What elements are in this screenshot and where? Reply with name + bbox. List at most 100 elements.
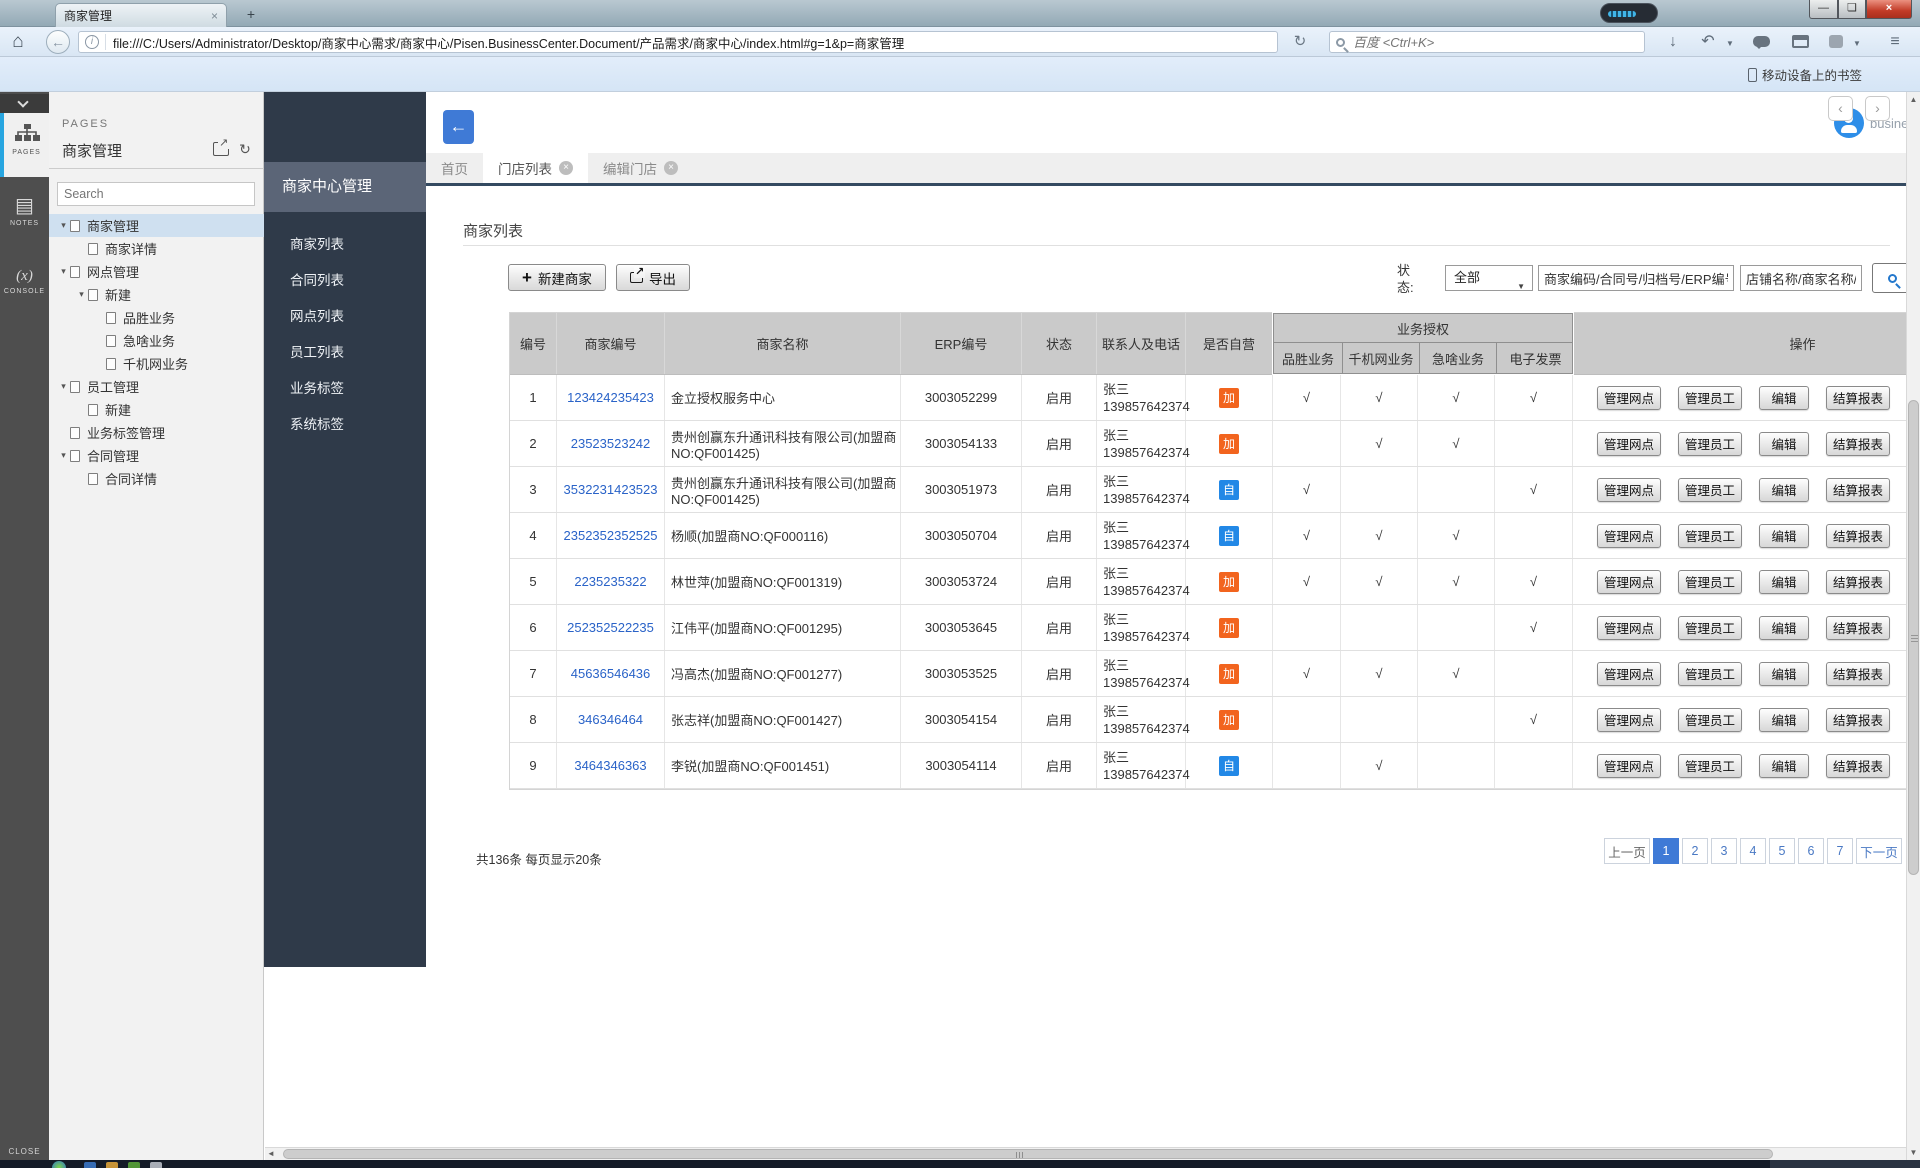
- browser-search-input[interactable]: [1353, 35, 1638, 50]
- open-external-icon[interactable]: [213, 142, 229, 156]
- taskbar-app-icon[interactable]: [84, 1162, 96, 1168]
- row-action-button[interactable]: 结算报表: [1826, 432, 1890, 456]
- plugin-caret-icon[interactable]: ▼: [1853, 39, 1861, 48]
- row-action-button[interactable]: 结算报表: [1826, 616, 1890, 640]
- row-action-button[interactable]: 管理网点: [1597, 432, 1661, 456]
- chat-icon[interactable]: [1753, 36, 1770, 47]
- downloads-icon[interactable]: ↓: [1660, 30, 1686, 54]
- row-action-button[interactable]: 管理员工: [1678, 708, 1742, 732]
- close-panel-button[interactable]: CLOSE: [0, 1147, 49, 1156]
- minimize-button[interactable]: —: [1809, 0, 1838, 19]
- tab-close-icon[interactable]: ×: [211, 9, 218, 23]
- row-action-button[interactable]: 结算报表: [1826, 570, 1890, 594]
- vertical-scrollbar[interactable]: ▲ ▼: [1906, 92, 1920, 1160]
- row-action-button[interactable]: 管理网点: [1597, 524, 1661, 548]
- row-action-button[interactable]: 编辑: [1759, 478, 1809, 502]
- row-action-button[interactable]: 管理网点: [1597, 754, 1661, 778]
- status-filter-select[interactable]: 全部 ▼: [1445, 265, 1533, 291]
- merchant-code-input[interactable]: [1538, 265, 1734, 291]
- row-action-button[interactable]: 结算报表: [1826, 708, 1890, 732]
- refresh-pointer-icon[interactable]: ↻: [237, 142, 253, 156]
- history-icon[interactable]: ↶: [1695, 30, 1721, 54]
- filter-search-button[interactable]: [1872, 263, 1906, 293]
- tree-item[interactable]: ▾合同管理: [49, 444, 264, 467]
- tree-item[interactable]: 品胜业务: [49, 306, 264, 329]
- row-action-button[interactable]: 管理网点: [1597, 478, 1661, 502]
- row-action-button[interactable]: 管理员工: [1678, 662, 1742, 686]
- windows-taskbar[interactable]: [0, 1160, 1920, 1168]
- row-action-button[interactable]: 管理员工: [1678, 432, 1742, 456]
- system-tray[interactable]: [1770, 1160, 1920, 1168]
- row-action-button[interactable]: 管理员工: [1678, 478, 1742, 502]
- row-action-button[interactable]: 编辑: [1759, 754, 1809, 778]
- tree-caret-icon[interactable]: ▾: [57, 450, 70, 461]
- sidebar-item[interactable]: 员工列表: [264, 335, 426, 371]
- tree-item[interactable]: 千机网业务: [49, 352, 264, 375]
- tree-item[interactable]: 合同详情: [49, 467, 264, 490]
- browser-tab[interactable]: 商家管理 ×: [55, 3, 227, 27]
- page-number-button[interactable]: 5: [1769, 838, 1795, 864]
- row-action-button[interactable]: 管理员工: [1678, 616, 1742, 640]
- merchant-no-link[interactable]: 45636546436: [571, 666, 651, 681]
- scroll-left-icon[interactable]: ◄: [267, 1149, 275, 1158]
- tree-item[interactable]: ▾商家管理: [49, 214, 264, 237]
- window-panel-icon[interactable]: [1792, 35, 1809, 48]
- rail-item-console[interactable]: (x) CONSOLE: [0, 268, 49, 295]
- tree-item[interactable]: 急啥业务: [49, 329, 264, 352]
- merchant-no-link[interactable]: 3532231423523: [564, 482, 658, 497]
- merchant-no-link[interactable]: 346346464: [578, 712, 643, 727]
- vscroll-thumb[interactable]: [1908, 400, 1919, 875]
- close-icon[interactable]: ×: [559, 161, 573, 175]
- menu-icon[interactable]: ≡: [1882, 30, 1908, 54]
- row-action-button[interactable]: 管理员工: [1678, 386, 1742, 410]
- row-action-button[interactable]: 编辑: [1759, 616, 1809, 640]
- history-caret-icon[interactable]: ▼: [1726, 39, 1734, 48]
- merchant-no-link[interactable]: 2352352352525: [564, 528, 658, 543]
- taskbar-app-icon[interactable]: [106, 1162, 118, 1168]
- tree-item[interactable]: 商家详情: [49, 237, 264, 260]
- collapse-rail-button[interactable]: [0, 94, 49, 113]
- row-action-button[interactable]: 管理员工: [1678, 570, 1742, 594]
- reload-icon[interactable]: ↻: [1285, 31, 1315, 53]
- tree-item[interactable]: 新建: [49, 398, 264, 421]
- close-button[interactable]: ×: [1866, 0, 1912, 19]
- maximize-button[interactable]: ❏: [1838, 0, 1866, 19]
- back-icon[interactable]: ←: [46, 30, 70, 54]
- row-action-button[interactable]: 管理员工: [1678, 754, 1742, 778]
- tree-caret-icon[interactable]: ▾: [57, 266, 70, 277]
- page-number-button[interactable]: 7: [1827, 838, 1853, 864]
- url-bar[interactable]: i file:///C:/Users/Administrator/Desktop…: [78, 31, 1278, 53]
- row-action-button[interactable]: 结算报表: [1826, 478, 1890, 502]
- shop-name-input[interactable]: [1740, 265, 1862, 291]
- workspace-tab[interactable]: 编辑门店×: [588, 153, 693, 183]
- workspace-tab[interactable]: 门店列表×: [483, 153, 588, 183]
- taskbar-app-icon[interactable]: [150, 1162, 162, 1168]
- row-action-button[interactable]: 管理员工: [1678, 524, 1742, 548]
- row-action-button[interactable]: 管理网点: [1597, 570, 1661, 594]
- tree-item[interactable]: ▾新建: [49, 283, 264, 306]
- scroll-up-icon[interactable]: ▲: [1907, 95, 1920, 104]
- row-action-button[interactable]: 结算报表: [1826, 662, 1890, 686]
- merchant-no-link[interactable]: 252352522235: [567, 620, 654, 635]
- page-number-button[interactable]: 6: [1798, 838, 1824, 864]
- row-action-button[interactable]: 编辑: [1759, 708, 1809, 732]
- merchant-no-link[interactable]: 3464346363: [574, 758, 646, 773]
- row-action-button[interactable]: 编辑: [1759, 386, 1809, 410]
- page-number-button[interactable]: 4: [1740, 838, 1766, 864]
- tree-caret-icon[interactable]: ▾: [75, 289, 88, 300]
- row-action-button[interactable]: 编辑: [1759, 432, 1809, 456]
- row-action-button[interactable]: 编辑: [1759, 524, 1809, 548]
- sidebar-item[interactable]: 网点列表: [264, 299, 426, 335]
- rail-item-pages[interactable]: PAGES: [0, 113, 49, 177]
- tree-caret-icon[interactable]: ▾: [57, 381, 70, 392]
- row-action-button[interactable]: 结算报表: [1826, 754, 1890, 778]
- page-number-button[interactable]: 1: [1653, 838, 1679, 864]
- close-icon[interactable]: ×: [664, 161, 678, 175]
- row-action-button[interactable]: 管理网点: [1597, 708, 1661, 732]
- row-action-button[interactable]: 结算报表: [1826, 386, 1890, 410]
- info-icon[interactable]: i: [85, 35, 99, 49]
- tab-scroll-left-button[interactable]: ‹: [1828, 96, 1853, 121]
- row-action-button[interactable]: 管理网点: [1597, 662, 1661, 686]
- tree-item[interactable]: 业务标签管理: [49, 421, 264, 444]
- sidebar-item[interactable]: 商家列表: [264, 227, 426, 263]
